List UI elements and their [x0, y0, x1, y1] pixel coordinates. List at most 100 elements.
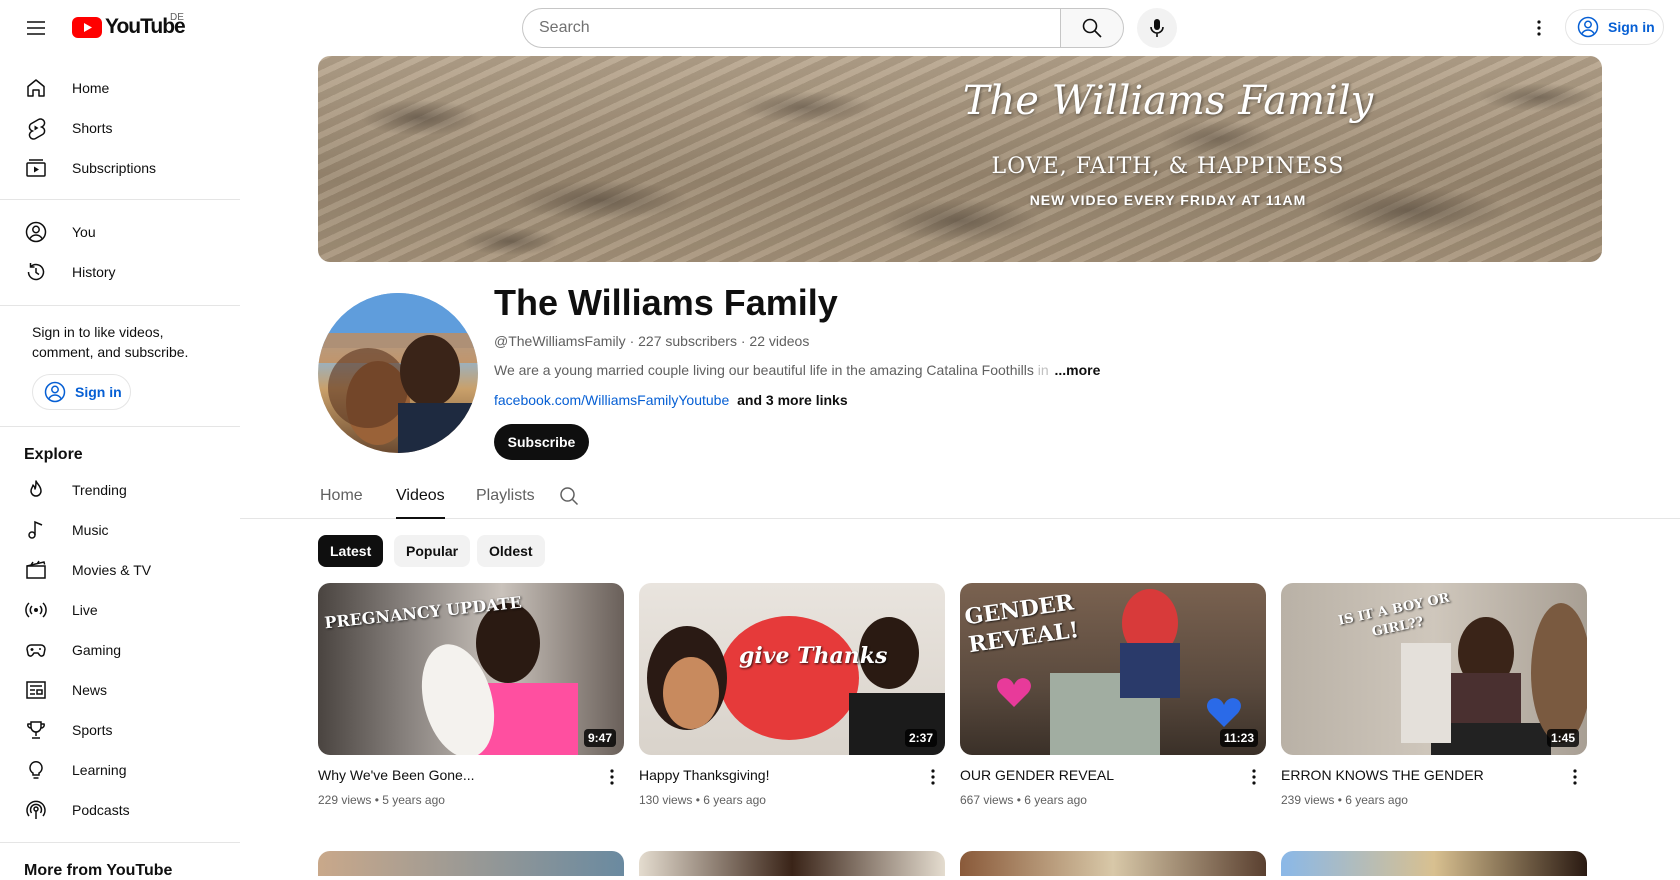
- sidebar-item-trending[interactable]: Trending: [12, 470, 228, 510]
- sidebar-item-sports[interactable]: Sports: [12, 710, 228, 750]
- sign-in-label: Sign in: [75, 384, 122, 400]
- sidebar-item-label: Sports: [72, 722, 113, 738]
- sidebar-divider: [0, 199, 240, 200]
- channel-name: The Williams Family: [494, 282, 838, 323]
- video-thumbnail[interactable]: give Thanks 2:37: [639, 583, 945, 755]
- youtube-play-icon: [72, 16, 102, 38]
- video-duration: 2:37: [904, 729, 937, 747]
- video-card: PREGNANCY UPDATE 9:47 Why We've Been Gon…: [318, 583, 624, 807]
- sidebar-item-live[interactable]: Live: [12, 590, 228, 630]
- chip-popular[interactable]: Popular: [394, 535, 471, 567]
- video-thumbnail[interactable]: [960, 851, 1266, 876]
- more-vert-icon: [1537, 20, 1541, 36]
- sidebar-item-movies[interactable]: Movies & TV: [12, 550, 228, 590]
- hamburger-icon: [27, 21, 45, 35]
- video-thumbnail[interactable]: PREGNANCY UPDATE 9:47: [318, 583, 624, 755]
- video-thumbnail[interactable]: [1281, 851, 1587, 876]
- voice-search-button[interactable]: [1137, 8, 1177, 48]
- sign-in-button[interactable]: Sign in: [1565, 9, 1664, 45]
- sidebar-item-learning[interactable]: Learning: [12, 750, 228, 790]
- sidebar-item-history[interactable]: History: [12, 252, 228, 292]
- sidebar-item-news[interactable]: News: [12, 670, 228, 710]
- gaming-icon: [24, 638, 48, 662]
- upload-age: 6 years ago: [703, 793, 766, 807]
- chip-oldest[interactable]: Oldest: [477, 535, 545, 567]
- signin-prompt: Sign in to like videos, comment, and sub…: [32, 324, 189, 360]
- history-icon: [24, 260, 48, 284]
- banner-tagline: NEW VIDEO EVERY FRIDAY AT 11AM: [1029, 192, 1307, 208]
- sidebar-item-you[interactable]: You: [12, 212, 228, 252]
- subscribe-button[interactable]: Subscribe: [494, 424, 589, 460]
- guide-menu-button[interactable]: [16, 8, 56, 48]
- tab-videos[interactable]: Videos: [396, 474, 445, 519]
- description-fade-text: in: [1037, 362, 1049, 378]
- account-icon: [1577, 16, 1599, 38]
- tab-home[interactable]: Home: [320, 474, 363, 518]
- sidebar-item-label: Gaming: [72, 642, 122, 658]
- sidebar-item-shorts[interactable]: Shorts: [12, 108, 228, 148]
- sidebar-item-music[interactable]: Music: [12, 510, 228, 550]
- video-menu-button[interactable]: [1242, 765, 1266, 789]
- top-bar: YouTube DE Sign in: [0, 0, 1680, 56]
- subscriber-count: 227 subscribers: [638, 333, 737, 349]
- description-more-button[interactable]: ...more: [1055, 362, 1101, 378]
- video-title[interactable]: OUR GENDER REVEAL: [960, 767, 1230, 783]
- video-meta: 239 views • 6 years ago: [1281, 793, 1408, 807]
- video-card: GENDER REVEAL! 11:23 OUR GENDER REVEAL 6…: [960, 583, 1266, 807]
- live-icon: [24, 598, 48, 622]
- video-title[interactable]: ERRON KNOWS THE GENDER: [1281, 767, 1551, 783]
- banner-subtitle: LOVE, FAITH, & HAPPINESS: [991, 154, 1345, 179]
- sidebar-item-label: Music: [72, 522, 109, 538]
- search-input[interactable]: [522, 8, 1060, 48]
- channel-tabs: Home Videos Playlists: [240, 474, 1680, 519]
- video-meta: 229 views • 5 years ago: [318, 793, 445, 807]
- podcasts-icon: [24, 798, 48, 822]
- sidebar-item-label: History: [72, 264, 116, 280]
- more-vert-icon: [1252, 769, 1256, 785]
- sidebar-item-home[interactable]: Home: [12, 68, 228, 108]
- channel-meta: @TheWilliamsFamily · 227 subscribers · 2…: [494, 333, 809, 349]
- search-icon: [1082, 18, 1102, 38]
- sidebar-item-gaming[interactable]: Gaming: [12, 630, 228, 670]
- upload-age: 6 years ago: [1345, 793, 1408, 807]
- video-title[interactable]: Happy Thanksgiving!: [639, 767, 909, 783]
- microphone-icon: [1150, 19, 1164, 37]
- shorts-icon: [24, 116, 48, 140]
- video-thumbnail[interactable]: GENDER REVEAL! 11:23: [960, 583, 1266, 755]
- channel-avatar[interactable]: [318, 293, 478, 453]
- video-menu-button[interactable]: [600, 765, 624, 789]
- chip-latest[interactable]: Latest: [318, 535, 384, 567]
- country-code: DE: [170, 12, 184, 23]
- sidebar-item-label: Home: [72, 80, 110, 96]
- video-count: 22 videos: [749, 333, 810, 349]
- video-meta: 667 views • 6 years ago: [960, 793, 1087, 807]
- video-thumbnail[interactable]: [318, 851, 624, 876]
- view-count: 239 views: [1281, 793, 1335, 807]
- sidebar-item-label: News: [72, 682, 108, 698]
- video-title[interactable]: Why We've Been Gone...: [318, 767, 588, 783]
- upload-age: 5 years ago: [382, 793, 445, 807]
- channel-description[interactable]: We are a young married couple living our…: [494, 362, 1100, 378]
- youtube-logo[interactable]: YouTube: [72, 15, 186, 39]
- video-menu-button[interactable]: [921, 765, 945, 789]
- video-menu-button[interactable]: [1563, 765, 1587, 789]
- upload-age: 6 years ago: [1024, 793, 1087, 807]
- settings-menu-button[interactable]: [1519, 8, 1559, 48]
- more-links-button[interactable]: and 3 more links: [737, 392, 847, 408]
- home-icon: [24, 76, 48, 100]
- facebook-link[interactable]: facebook.com/WilliamsFamilyYoutube: [494, 392, 729, 408]
- tab-search-button[interactable]: [557, 484, 581, 508]
- more-vert-icon: [931, 769, 935, 785]
- sidebar-item-label: Movies & TV: [72, 562, 152, 578]
- video-thumbnail[interactable]: [639, 851, 945, 876]
- tab-playlists[interactable]: Playlists: [476, 474, 535, 518]
- sidebar-item-label: Learning: [72, 762, 127, 778]
- video-duration: 1:45: [1546, 729, 1579, 747]
- sidebar-sign-in-button[interactable]: Sign in: [32, 374, 131, 410]
- sidebar-item-subscriptions[interactable]: Subscriptions: [12, 148, 228, 188]
- sidebar-item-podcasts[interactable]: Podcasts: [12, 790, 228, 830]
- more-vert-icon: [610, 769, 614, 785]
- search-button[interactable]: [1060, 8, 1124, 48]
- video-thumbnail[interactable]: IS IT A BOY OR GIRL?? 1:45: [1281, 583, 1587, 755]
- thumbnail-overlay-text: give Thanks: [739, 643, 888, 669]
